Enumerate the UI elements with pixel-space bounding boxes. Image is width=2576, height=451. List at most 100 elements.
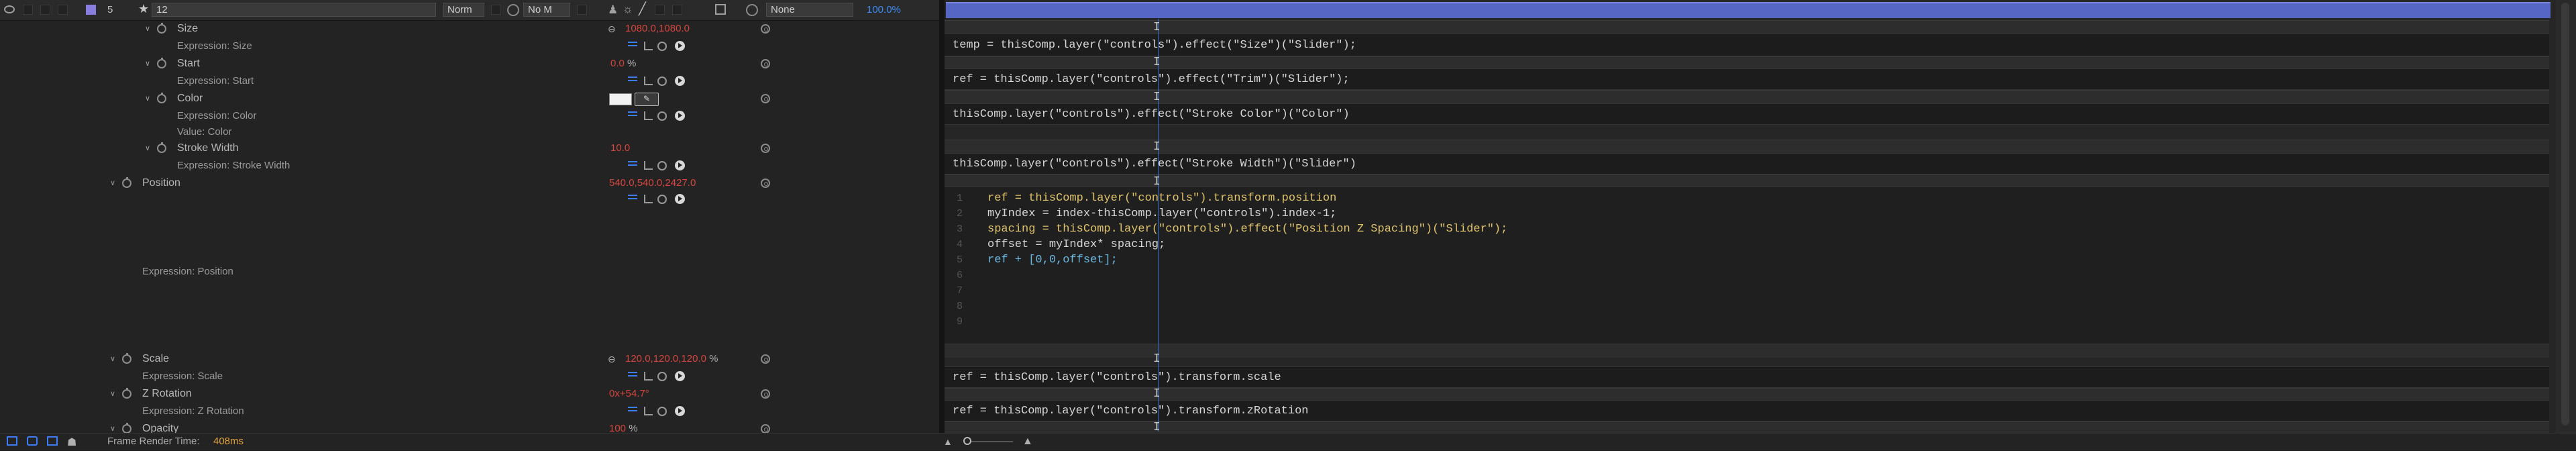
zoom-in-icon[interactable]: ▲ [1022,434,1033,450]
expression-field-start[interactable]: ref = thisComp.layer("controls").effect(… [945,68,2549,90]
collapse-icon[interactable]: ☼ [623,3,633,16]
audio-toggle[interactable] [23,5,33,15]
code-line[interactable]: ref + [0,0,offset]; [987,252,1118,268]
solo-toggle[interactable] [40,5,50,15]
frame-blend-switch[interactable] [672,5,682,15]
expression-language-menu-icon[interactable] [675,371,685,381]
layer-row[interactable]: 5 ★ 12 Norm No M ♟ ☼ ╱ None 100.0% [0,0,939,21]
graph-icon[interactable] [644,77,653,85]
expression-pickwhip-icon[interactable] [761,59,770,68]
expression-language-menu-icon[interactable] [675,111,685,121]
quality-icon[interactable]: ╱ [639,2,646,16]
expression-pickwhip-icon[interactable] [657,111,667,121]
property-value[interactable]: 0.0 % [610,55,636,72]
panel-divider[interactable] [939,0,945,450]
code-line[interactable]: myIndex = index-thisComp.layer("controls… [987,206,1336,221]
eye-icon[interactable] [4,5,15,13]
expression-enable-icon[interactable] [628,42,637,43]
3d-layer-icon[interactable] [715,4,726,15]
scale-value[interactable]: 120.0,120.0,120.0 [625,353,706,364]
chevron-down-icon[interactable]: ∨ [110,385,115,403]
eyedropper-icon[interactable]: ✎ [635,93,659,106]
property-row-size[interactable]: ∨ Size ⊖ 1080.0,1080.0 [0,20,939,38]
property-row-start[interactable]: ∨ Start 0.0 % [0,55,939,72]
stopwatch-icon[interactable] [157,93,166,103]
expression-enable-icon[interactable] [628,372,637,373]
expression-enable-icon[interactable] [628,77,637,78]
expression-pickwhip-icon[interactable] [657,161,667,170]
graph-icon[interactable] [644,42,653,50]
expression-pickwhip-icon[interactable] [761,424,770,433]
constrain-link-icon[interactable]: ⊖ [608,350,616,368]
timing-icon[interactable] [47,436,58,446]
code-line[interactable]: ref = thisComp.layer("controls").transfo… [987,191,1336,206]
expression-pickwhip-icon[interactable] [657,42,667,51]
expression-enable-icon[interactable] [628,111,637,113]
expression-pickwhip-icon[interactable] [657,407,667,416]
opacity-value[interactable]: 100 [609,423,626,433]
label-color-swatch[interactable] [86,5,96,15]
zoom-slider-track[interactable] [966,441,1013,442]
graph-icon[interactable] [644,161,653,170]
property-value[interactable]: 0x+54.7° [609,385,649,403]
stretch-value[interactable]: 100.0% [867,4,901,15]
parent-dropdown[interactable]: None [766,3,853,17]
expression-pickwhip-icon[interactable] [761,389,770,399]
chevron-down-icon[interactable]: ∨ [110,174,115,192]
current-time-indicator[interactable] [1158,19,1159,432]
graph-icon[interactable] [644,372,653,381]
graph-icon[interactable] [644,111,653,120]
property-value[interactable]: 100 % [609,420,638,433]
property-value[interactable]: 120.0,120.0,120.0 % [625,350,718,368]
transfer-controls-icon[interactable] [27,436,38,446]
layer-duration-bar[interactable] [946,2,2551,18]
expression-enable-icon[interactable] [628,195,637,196]
lock-toggle[interactable] [58,5,68,15]
trkmat-icon[interactable] [507,4,519,16]
expression-language-menu-icon[interactable] [675,160,685,170]
property-row-color[interactable]: ∨ Color ✎ [0,90,939,107]
expression-field-scale[interactable]: ref = thisComp.layer("controls").transfo… [945,366,2549,388]
chevron-down-icon[interactable]: ∨ [110,350,115,368]
start-value[interactable]: 0.0 [610,58,625,69]
expression-pickwhip-icon[interactable] [761,24,770,34]
expression-enable-icon[interactable] [628,161,637,162]
property-row-opacity[interactable]: ∨ Opacity 100 % [0,420,939,433]
code-line[interactable]: offset = myIndex* spacing; [987,237,1165,252]
stopwatch-icon[interactable] [122,423,131,433]
chevron-down-icon[interactable]: ∨ [145,90,150,107]
stopwatch-icon[interactable] [122,353,131,364]
property-value[interactable]: 540.0,540.0,2427.0 [609,174,696,192]
graph-icon[interactable] [644,195,653,203]
expression-enable-icon[interactable] [628,407,637,408]
vertical-scrollbar[interactable] [2556,0,2576,433]
expression-language-menu-icon[interactable] [675,194,685,204]
zoom-out-icon[interactable]: ▲ [943,434,953,450]
property-row-scale[interactable]: ∨ Scale ⊖ 120.0,120.0,120.0 % [0,350,939,368]
expression-editor-position[interactable]: 1 2 3 4 5 6 7 8 9 ref = thisComp.layer("… [945,186,2549,345]
effect-switch[interactable] [655,5,665,15]
preserve-transparency[interactable] [491,5,501,15]
stopwatch-icon[interactable] [157,58,166,68]
expression-language-menu-icon[interactable] [675,41,685,51]
render-time-icon[interactable]: ☗ [67,435,76,451]
chevron-down-icon[interactable]: ∨ [145,55,150,72]
expression-pickwhip-icon[interactable] [761,354,770,364]
timeline-graph-area[interactable]: temp = thisComp.layer("controls").effect… [945,0,2576,450]
property-value[interactable]: 10.0 [610,140,630,157]
property-value[interactable]: 1080.0,1080.0 [625,20,690,38]
expression-language-menu-icon[interactable] [675,406,685,416]
stopwatch-icon[interactable] [157,23,166,34]
expression-field-color[interactable]: thisComp.layer("controls").effect("Strok… [945,103,2549,125]
expression-pickwhip-icon[interactable] [657,372,667,381]
layer-name-field[interactable]: 12 [152,3,436,17]
expression-pickwhip-icon[interactable] [761,144,770,153]
property-row-position[interactable]: ∨ Position 540.0,540.0,2427.0 [0,174,939,192]
chevron-down-icon[interactable]: ∨ [145,140,150,157]
shy-icon[interactable]: ♟ [608,3,618,17]
expression-pickwhip-icon[interactable] [761,179,770,188]
expression-pickwhip-icon[interactable] [761,94,770,103]
graph-icon[interactable] [644,407,653,415]
property-row-z-rotation[interactable]: ∨ Z Rotation 0x+54.7° [0,385,939,403]
layer-switches-icon[interactable] [7,436,17,446]
